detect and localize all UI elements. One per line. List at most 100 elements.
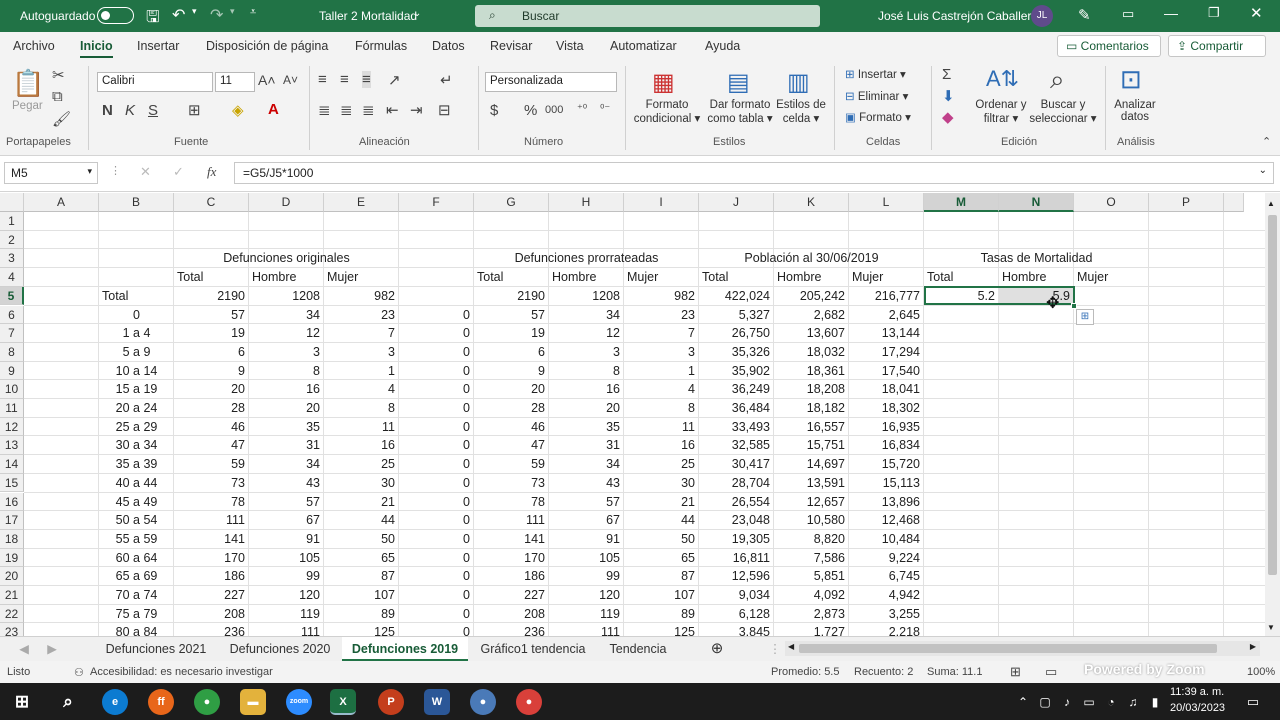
cell-g21[interactable]: 227 bbox=[474, 586, 549, 605]
prev-sheet-icon[interactable]: ◀ bbox=[14, 637, 34, 661]
borders-icon[interactable]: ⊞ bbox=[188, 101, 201, 119]
column-header-l[interactable]: L bbox=[849, 193, 924, 212]
title-chevron-icon[interactable]: ⌄ bbox=[413, 8, 421, 19]
avatar[interactable]: JL bbox=[1031, 5, 1053, 27]
cell-c8[interactable]: 6 bbox=[174, 343, 249, 362]
wrap-text-icon[interactable]: ↵ bbox=[440, 71, 453, 89]
column-header-c[interactable]: C bbox=[174, 193, 249, 212]
share-button[interactable]: ⇪ Compartir bbox=[1168, 35, 1266, 57]
decrease-font-icon[interactable]: A˅ bbox=[283, 73, 298, 87]
comments-button[interactable]: ▭ Comentarios bbox=[1057, 35, 1161, 57]
cell-i9[interactable]: 1 bbox=[624, 362, 699, 381]
cell-c12[interactable]: 46 bbox=[174, 418, 249, 437]
cell-j16[interactable]: 26,554 bbox=[699, 493, 774, 512]
clock-date[interactable]: 20/03/2023 bbox=[1170, 702, 1225, 714]
cell-e7[interactable]: 7 bbox=[324, 324, 399, 343]
column-header-b[interactable]: B bbox=[99, 193, 174, 212]
cell-i5[interactable]: 982 bbox=[624, 287, 699, 306]
row-header-14[interactable]: 14 bbox=[0, 455, 24, 474]
font-size-dropdown[interactable]: 11 bbox=[215, 72, 255, 92]
cell-b20[interactable]: 65 a 69 bbox=[99, 567, 174, 586]
scroll-left-icon[interactable]: ◀ bbox=[788, 642, 794, 651]
tab-inicio[interactable]: Inicio bbox=[80, 39, 113, 58]
row-header-12[interactable]: 12 bbox=[0, 417, 24, 437]
cell-d8[interactable]: 3 bbox=[249, 343, 324, 362]
row-header-1[interactable]: 1 bbox=[0, 212, 24, 231]
cell-d23[interactable]: 111 bbox=[249, 623, 324, 636]
page-layout-icon[interactable]: ▭ bbox=[1045, 664, 1057, 680]
row-header-5[interactable]: 5 bbox=[0, 286, 24, 306]
fill-color-icon[interactable]: ◈ bbox=[232, 101, 244, 119]
cell-e18[interactable]: 50 bbox=[324, 530, 399, 549]
file-explorer-icon[interactable]: ▬ bbox=[240, 689, 266, 715]
cell-l6[interactable]: 2,645 bbox=[849, 306, 924, 325]
cell-h18[interactable]: 91 bbox=[549, 530, 624, 549]
paste-icon[interactable]: 📋 bbox=[12, 68, 44, 99]
cell-j8[interactable]: 35,326 bbox=[699, 343, 774, 362]
cell-h6[interactable]: 34 bbox=[549, 306, 624, 325]
cell-h16[interactable]: 57 bbox=[549, 493, 624, 512]
tab-archivo[interactable]: Archivo bbox=[13, 39, 55, 53]
cell-e21[interactable]: 107 bbox=[324, 586, 399, 605]
analyze-data-button[interactable]: Analizar datos bbox=[1110, 99, 1160, 123]
cell-f22[interactable]: 0 bbox=[399, 605, 474, 624]
cell-i23[interactable]: 125 bbox=[624, 623, 699, 636]
cell-k22[interactable]: 2,873 bbox=[774, 605, 849, 624]
cell-c6[interactable]: 57 bbox=[174, 306, 249, 325]
cell-e11[interactable]: 8 bbox=[324, 399, 399, 418]
cell-k7[interactable]: 13,607 bbox=[774, 324, 849, 343]
cell-l17[interactable]: 12,468 bbox=[849, 511, 924, 530]
cell-e5[interactable]: 982 bbox=[324, 287, 399, 306]
taskbar-search-icon[interactable]: ⌕ bbox=[55, 689, 81, 715]
cell-c15[interactable]: 73 bbox=[174, 474, 249, 493]
font-name-dropdown[interactable]: Calibri bbox=[97, 72, 213, 92]
cell-g7[interactable]: 19 bbox=[474, 324, 549, 343]
row-header-16[interactable]: 16 bbox=[0, 492, 24, 512]
clear-icon[interactable]: ◆ bbox=[942, 108, 954, 126]
undo-icon[interactable]: ↶ bbox=[172, 5, 185, 25]
row-header-6[interactable]: 6 bbox=[0, 305, 24, 325]
column-header-i[interactable]: I bbox=[624, 193, 699, 212]
cell-b19[interactable]: 60 a 64 bbox=[99, 549, 174, 568]
column-header-f[interactable]: F bbox=[399, 193, 474, 212]
cell-d19[interactable]: 105 bbox=[249, 549, 324, 568]
sheet-tab-defunciones-2020[interactable]: Defunciones 2020 bbox=[220, 637, 340, 661]
subheader-total[interactable]: Total bbox=[474, 268, 549, 287]
cell-f9[interactable]: 0 bbox=[399, 362, 474, 381]
cell-b14[interactable]: 35 a 39 bbox=[99, 455, 174, 474]
sheet-tab-grafico1-tendencia[interactable]: Gráfico1 tendencia bbox=[470, 637, 596, 661]
increase-decimal-icon[interactable]: ⁺⁰ bbox=[577, 102, 587, 115]
cell-l9[interactable]: 17,540 bbox=[849, 362, 924, 381]
cell-d9[interactable]: 8 bbox=[249, 362, 324, 381]
cell-c14[interactable]: 59 bbox=[174, 455, 249, 474]
cell-k23[interactable]: 1,727 bbox=[774, 623, 849, 636]
windows-start-icon[interactable]: ⊞ bbox=[9, 689, 35, 715]
cell-e6[interactable]: 23 bbox=[324, 306, 399, 325]
format-table-icon[interactable]: ▤ bbox=[727, 68, 750, 97]
cell-l20[interactable]: 6,745 bbox=[849, 567, 924, 586]
cell-d22[interactable]: 119 bbox=[249, 605, 324, 624]
cell-h20[interactable]: 99 bbox=[549, 567, 624, 586]
accessibility-icon[interactable]: ⚇ bbox=[74, 666, 84, 679]
cell-b23[interactable]: 80 a 84 bbox=[99, 623, 174, 636]
cell-g18[interactable]: 141 bbox=[474, 530, 549, 549]
row-header-13[interactable]: 13 bbox=[0, 436, 24, 456]
cell-c22[interactable]: 208 bbox=[174, 605, 249, 624]
tab-insertar[interactable]: Insertar bbox=[137, 39, 179, 53]
cell-d16[interactable]: 57 bbox=[249, 493, 324, 512]
chrome-icon-2[interactable]: ● bbox=[516, 689, 542, 715]
tab-datos[interactable]: Datos bbox=[432, 39, 465, 53]
cell-c7[interactable]: 19 bbox=[174, 324, 249, 343]
normal-view-icon[interactable]: ⊞ bbox=[1010, 664, 1021, 680]
column-header-h[interactable]: H bbox=[549, 193, 624, 212]
cell-d15[interactable]: 43 bbox=[249, 474, 324, 493]
cut-icon[interactable]: ✂ bbox=[52, 66, 65, 84]
cell-l19[interactable]: 9,224 bbox=[849, 549, 924, 568]
enter-formula-icon[interactable]: ✓ bbox=[173, 164, 184, 180]
thousands-button[interactable]: 000 bbox=[545, 104, 563, 116]
cell-d17[interactable]: 67 bbox=[249, 511, 324, 530]
cell-d14[interactable]: 34 bbox=[249, 455, 324, 474]
cell-h7[interactable]: 12 bbox=[549, 324, 624, 343]
cell-j23[interactable]: 3,845 bbox=[699, 623, 774, 636]
italic-button[interactable]: K bbox=[125, 102, 135, 119]
